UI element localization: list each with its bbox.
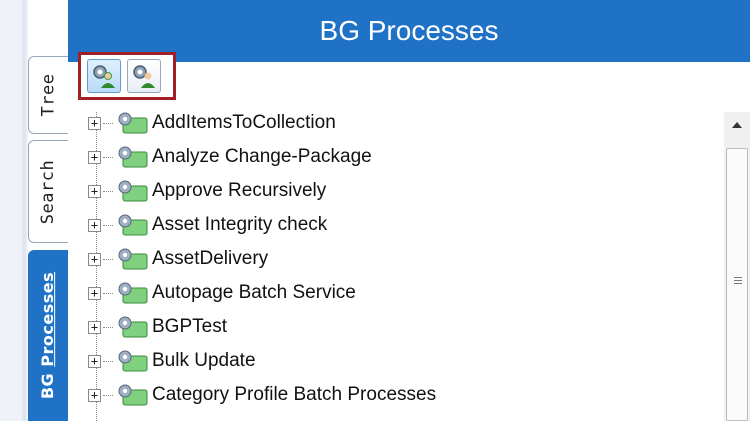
expand-toggle[interactable]: + (88, 286, 101, 300)
tree-item[interactable]: + AddItemsToCollection (88, 106, 336, 140)
processes-alt-view-button[interactable] (127, 59, 161, 93)
expand-toggle[interactable]: + (88, 150, 101, 164)
tree-item[interactable]: + Analyze Change-Package (88, 140, 372, 174)
tree-item-label: AddItemsToCollection (152, 112, 336, 133)
tree-item[interactable]: + Bulk Update (88, 344, 256, 378)
tab-tree-label: Tree (38, 73, 59, 117)
tree-item-label: Autopage Batch Service (152, 282, 356, 303)
tree-item-label: Bulk Update (152, 350, 256, 371)
process-folder-icon (118, 248, 148, 270)
expand-toggle[interactable]: + (88, 320, 101, 334)
process-folder-icon (118, 282, 148, 304)
expand-toggle[interactable]: + (88, 218, 101, 232)
tree-item-label: AssetDelivery (152, 248, 269, 269)
vertical-scrollbar[interactable] (724, 112, 750, 421)
expand-toggle[interactable]: + (88, 116, 101, 130)
process-folder-icon (118, 214, 148, 236)
processes-view-button[interactable] (87, 59, 121, 93)
left-strip (0, 0, 28, 421)
expand-toggle[interactable]: + (88, 388, 101, 402)
tree-item[interactable]: + Asset Integrity check (88, 208, 327, 242)
tree-item-label: Asset Integrity check (152, 214, 328, 235)
processes-alt-view-icon (133, 65, 155, 88)
tab-bg-processes-label: BG Processes (38, 271, 58, 400)
tree-item[interactable]: + Autopage Batch Service (88, 276, 356, 310)
tree-item[interactable]: + AssetDelivery (88, 242, 268, 276)
expand-toggle[interactable]: + (88, 252, 101, 266)
expand-toggle[interactable]: + (88, 184, 101, 198)
tree-item-label: Category Profile Batch Processes (152, 384, 437, 405)
process-folder-icon (118, 146, 148, 168)
tree-item-label: Analyze Change-Package (152, 146, 372, 167)
process-folder-icon (118, 350, 148, 372)
tree-item[interactable]: + Approve Recursively (88, 174, 326, 208)
scroll-up-arrow-icon[interactable] (732, 122, 742, 128)
tree-item[interactable]: + BGPTest (88, 310, 227, 344)
scroll-thumb[interactable] (726, 148, 748, 421)
tree-item-label: Approve Recursively (152, 180, 327, 201)
tab-search-label: Search (38, 159, 59, 224)
grip-icon (734, 277, 742, 286)
expand-toggle[interactable]: + (88, 354, 101, 368)
process-folder-icon (118, 180, 148, 202)
bg-processes-panel: BG Processes + AddItemsToCollection + An… (68, 0, 750, 421)
tab-search[interactable]: Search (28, 140, 68, 243)
process-folder-icon (118, 316, 148, 338)
process-folder-icon (118, 112, 148, 134)
view-toolbar (78, 52, 176, 100)
tree-item-label: BGPTest (152, 316, 227, 337)
processes-view-icon (93, 65, 115, 88)
process-folder-icon (118, 384, 148, 406)
tab-bg-processes[interactable]: BG Processes (28, 250, 68, 421)
tree-item[interactable]: + Category Profile Batch Processes (88, 378, 436, 412)
tab-tree[interactable]: Tree (28, 56, 68, 134)
